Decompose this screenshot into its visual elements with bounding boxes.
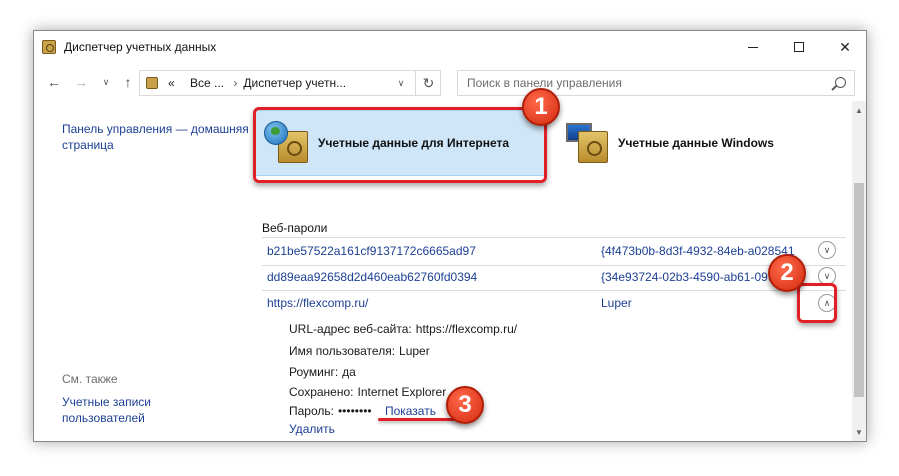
scrollbar-thumb[interactable]	[854, 183, 864, 397]
credential-resource: https://flexcomp.ru/	[267, 296, 369, 310]
breadcrumb-all-items[interactable]: Все ...	[190, 76, 224, 90]
address-bar[interactable]: « Все ... › Диспетчер учетн... ∨ ↻	[139, 70, 441, 96]
username-label: Имя пользователя:	[289, 344, 396, 358]
divider	[262, 290, 846, 291]
search-icon[interactable]	[835, 77, 846, 88]
detail-saved-by: Сохранено: Internet Explorer	[289, 385, 446, 399]
credential-manager-app-icon	[42, 40, 56, 54]
windows-credentials-label: Учетные данные Windows	[618, 136, 774, 150]
windows-credentials-tile[interactable]: Учетные данные Windows	[556, 110, 796, 176]
password-value: ••••••••	[337, 404, 372, 418]
highlight-collapse-toggle	[797, 283, 837, 323]
sidebar: Панель управления — домашняя страница	[62, 121, 252, 153]
see-also-heading: См. также	[62, 372, 118, 386]
annotation-badge-1: 1	[522, 88, 560, 126]
web-passwords-heading: Веб-пароли	[262, 221, 328, 235]
credential-row[interactable]: dd89eaa92658d2d460eab62760fd0394 {34e937…	[267, 267, 836, 287]
credential-resource: b21be57522a161cf9137172c6665ad97	[267, 244, 476, 258]
minimize-icon	[748, 46, 758, 48]
highlight-web-credentials	[253, 107, 547, 183]
annotation-badge-3: 3	[446, 386, 484, 424]
address-dropdown-button[interactable]: ∨	[391, 71, 411, 95]
forward-button[interactable]: →	[71, 72, 91, 92]
back-button[interactable]: ←	[44, 72, 64, 92]
scroll-down-icon[interactable]: ▼	[852, 425, 866, 439]
vertical-scrollbar[interactable]: ▲ ▼	[852, 101, 866, 441]
breadcrumb-separator[interactable]: ›	[233, 76, 237, 90]
detail-password: Пароль: •••••••• Показать	[289, 404, 436, 418]
username-value: Luper	[399, 344, 430, 358]
close-button[interactable]: ✕	[822, 31, 866, 63]
recent-locations-button[interactable]: ∨	[96, 72, 116, 92]
scroll-up-icon[interactable]: ▲	[852, 103, 866, 117]
windows-credentials-icon	[564, 119, 612, 167]
roaming-label: Роуминг:	[289, 365, 339, 379]
saved-value: Internet Explorer	[357, 385, 447, 399]
control-panel-home-link[interactable]: Панель управления — домашняя страница	[62, 121, 252, 153]
roaming-value: да	[342, 365, 356, 379]
refresh-button[interactable]: ↻	[415, 71, 441, 95]
credential-manager-window: Диспетчер учетных данных ✕ ← → ∨ ↑ « Все…	[33, 30, 867, 442]
show-password-link[interactable]: Показать	[385, 404, 436, 418]
saved-label: Сохранено:	[289, 385, 354, 399]
credential-user: {4f473b0b-8d3f-4932-84eb-a028541	[601, 244, 795, 258]
url-value: https://flexcomp.ru/	[415, 322, 518, 336]
breadcrumb-credential-manager[interactable]: Диспетчер учетн...	[243, 76, 346, 90]
search-box[interactable]: Поиск в панели управления	[457, 70, 855, 96]
password-label: Пароль:	[289, 404, 334, 418]
detail-delete: Удалить	[289, 422, 335, 436]
window-title: Диспетчер учетных данных	[64, 40, 217, 54]
up-button[interactable]: ↑	[118, 72, 138, 92]
divider	[262, 265, 846, 266]
breadcrumb: « Все ... › Диспетчер учетн...	[168, 76, 346, 90]
detail-username: Имя пользователя: Luper	[289, 344, 430, 358]
breadcrumb-overflow[interactable]: «	[168, 76, 175, 90]
credential-row-expanded[interactable]: https://flexcomp.ru/ Luper ∧	[267, 293, 836, 313]
control-panel-icon	[146, 77, 158, 89]
minimize-button[interactable]	[730, 31, 776, 63]
navigation-bar: ← → ∨ ↑ « Все ... › Диспетчер учетн... ∨ …	[34, 69, 866, 99]
credential-user: {34e93724-02b3-4590-ab61-099	[601, 270, 775, 284]
expand-chevron-icon[interactable]: ∨	[818, 241, 836, 259]
maximize-button[interactable]	[776, 31, 822, 63]
credential-resource: dd89eaa92658d2d460eab62760fd0394	[267, 270, 478, 284]
annotation-badge-2: 2	[768, 254, 806, 292]
credential-user: Luper	[601, 296, 632, 310]
detail-url: URL-адрес веб-сайта: https://flexcomp.ru/	[289, 322, 517, 336]
close-icon: ✕	[839, 38, 851, 55]
maximize-icon	[794, 42, 804, 52]
divider	[262, 237, 846, 238]
url-label: URL-адрес веб-сайта:	[289, 322, 412, 336]
delete-link[interactable]: Удалить	[289, 422, 335, 436]
detail-roaming: Роуминг: да	[289, 365, 356, 379]
title-bar: Диспетчер учетных данных ✕	[34, 31, 866, 63]
credential-row[interactable]: b21be57522a161cf9137172c6665ad97 {4f473b…	[267, 241, 836, 261]
user-accounts-link[interactable]: Учетные записи пользователей	[62, 394, 172, 426]
